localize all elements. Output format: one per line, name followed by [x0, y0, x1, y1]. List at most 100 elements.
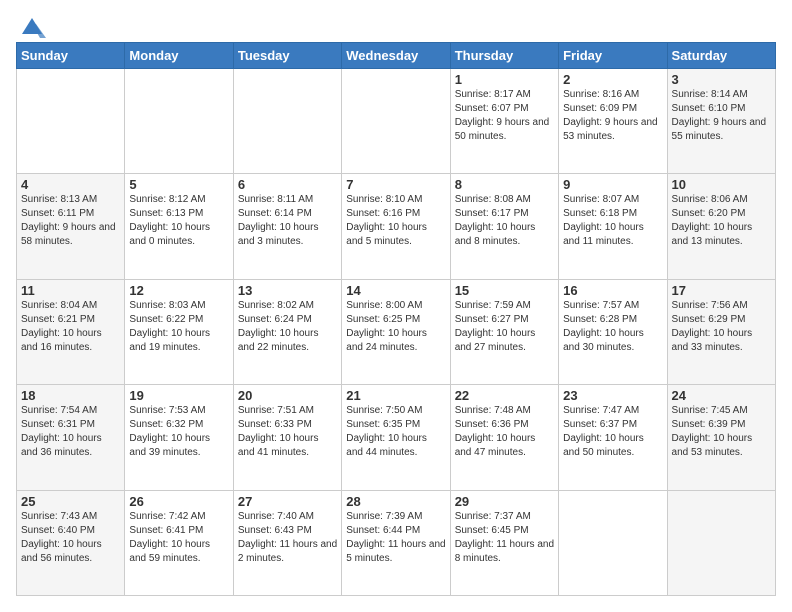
day-number: 9 [563, 177, 662, 192]
calendar-cell: 16Sunrise: 7:57 AM Sunset: 6:28 PM Dayli… [559, 279, 667, 384]
day-info: Sunrise: 8:08 AM Sunset: 6:17 PM Dayligh… [455, 193, 554, 249]
weekday-header-sunday: Sunday [17, 43, 125, 69]
weekday-header-monday: Monday [125, 43, 233, 69]
calendar-cell: 26Sunrise: 7:42 AM Sunset: 6:41 PM Dayli… [125, 490, 233, 595]
day-info: Sunrise: 7:51 AM Sunset: 6:33 PM Dayligh… [238, 404, 337, 460]
calendar-cell [559, 490, 667, 595]
day-number: 21 [346, 388, 445, 403]
calendar-cell [667, 490, 775, 595]
day-info: Sunrise: 7:45 AM Sunset: 6:39 PM Dayligh… [672, 404, 771, 460]
day-info: Sunrise: 7:56 AM Sunset: 6:29 PM Dayligh… [672, 299, 771, 355]
calendar-cell: 19Sunrise: 7:53 AM Sunset: 6:32 PM Dayli… [125, 385, 233, 490]
day-number: 22 [455, 388, 554, 403]
day-number: 16 [563, 283, 662, 298]
calendar-cell [342, 69, 450, 174]
weekday-header-friday: Friday [559, 43, 667, 69]
logo [16, 16, 46, 34]
day-number: 10 [672, 177, 771, 192]
day-info: Sunrise: 8:12 AM Sunset: 6:13 PM Dayligh… [129, 193, 228, 249]
day-info: Sunrise: 8:03 AM Sunset: 6:22 PM Dayligh… [129, 299, 228, 355]
day-info: Sunrise: 7:43 AM Sunset: 6:40 PM Dayligh… [21, 510, 120, 566]
day-number: 19 [129, 388, 228, 403]
calendar-cell: 23Sunrise: 7:47 AM Sunset: 6:37 PM Dayli… [559, 385, 667, 490]
calendar-cell: 22Sunrise: 7:48 AM Sunset: 6:36 PM Dayli… [450, 385, 558, 490]
day-number: 12 [129, 283, 228, 298]
day-info: Sunrise: 8:14 AM Sunset: 6:10 PM Dayligh… [672, 88, 771, 144]
day-number: 3 [672, 72, 771, 87]
calendar-cell: 6Sunrise: 8:11 AM Sunset: 6:14 PM Daylig… [233, 174, 341, 279]
day-info: Sunrise: 7:53 AM Sunset: 6:32 PM Dayligh… [129, 404, 228, 460]
day-number: 24 [672, 388, 771, 403]
calendar-cell: 2Sunrise: 8:16 AM Sunset: 6:09 PM Daylig… [559, 69, 667, 174]
calendar-cell: 7Sunrise: 8:10 AM Sunset: 6:16 PM Daylig… [342, 174, 450, 279]
day-number: 17 [672, 283, 771, 298]
day-info: Sunrise: 7:59 AM Sunset: 6:27 PM Dayligh… [455, 299, 554, 355]
day-number: 4 [21, 177, 120, 192]
calendar-cell [125, 69, 233, 174]
day-number: 6 [238, 177, 337, 192]
calendar-cell: 14Sunrise: 8:00 AM Sunset: 6:25 PM Dayli… [342, 279, 450, 384]
calendar-cell: 21Sunrise: 7:50 AM Sunset: 6:35 PM Dayli… [342, 385, 450, 490]
day-number: 15 [455, 283, 554, 298]
day-number: 20 [238, 388, 337, 403]
calendar-cell: 18Sunrise: 7:54 AM Sunset: 6:31 PM Dayli… [17, 385, 125, 490]
logo-icon [18, 16, 46, 38]
day-number: 14 [346, 283, 445, 298]
weekday-header-thursday: Thursday [450, 43, 558, 69]
calendar-cell: 29Sunrise: 7:37 AM Sunset: 6:45 PM Dayli… [450, 490, 558, 595]
day-number: 7 [346, 177, 445, 192]
day-info: Sunrise: 7:40 AM Sunset: 6:43 PM Dayligh… [238, 510, 337, 566]
weekday-header-saturday: Saturday [667, 43, 775, 69]
calendar-cell: 24Sunrise: 7:45 AM Sunset: 6:39 PM Dayli… [667, 385, 775, 490]
day-number: 29 [455, 494, 554, 509]
day-number: 11 [21, 283, 120, 298]
day-number: 28 [346, 494, 445, 509]
calendar-cell: 4Sunrise: 8:13 AM Sunset: 6:11 PM Daylig… [17, 174, 125, 279]
day-info: Sunrise: 7:57 AM Sunset: 6:28 PM Dayligh… [563, 299, 662, 355]
calendar-cell: 5Sunrise: 8:12 AM Sunset: 6:13 PM Daylig… [125, 174, 233, 279]
calendar-cell [17, 69, 125, 174]
day-info: Sunrise: 8:00 AM Sunset: 6:25 PM Dayligh… [346, 299, 445, 355]
calendar-cell: 3Sunrise: 8:14 AM Sunset: 6:10 PM Daylig… [667, 69, 775, 174]
weekday-header-tuesday: Tuesday [233, 43, 341, 69]
calendar-cell: 10Sunrise: 8:06 AM Sunset: 6:20 PM Dayli… [667, 174, 775, 279]
day-info: Sunrise: 8:16 AM Sunset: 6:09 PM Dayligh… [563, 88, 662, 144]
day-info: Sunrise: 8:02 AM Sunset: 6:24 PM Dayligh… [238, 299, 337, 355]
weekday-header-wednesday: Wednesday [342, 43, 450, 69]
header [16, 16, 776, 34]
calendar-cell: 12Sunrise: 8:03 AM Sunset: 6:22 PM Dayli… [125, 279, 233, 384]
day-number: 8 [455, 177, 554, 192]
day-info: Sunrise: 8:04 AM Sunset: 6:21 PM Dayligh… [21, 299, 120, 355]
calendar-cell: 11Sunrise: 8:04 AM Sunset: 6:21 PM Dayli… [17, 279, 125, 384]
day-number: 18 [21, 388, 120, 403]
calendar-cell: 28Sunrise: 7:39 AM Sunset: 6:44 PM Dayli… [342, 490, 450, 595]
day-number: 23 [563, 388, 662, 403]
day-info: Sunrise: 8:13 AM Sunset: 6:11 PM Dayligh… [21, 193, 120, 249]
day-info: Sunrise: 7:47 AM Sunset: 6:37 PM Dayligh… [563, 404, 662, 460]
day-number: 1 [455, 72, 554, 87]
calendar-cell [233, 69, 341, 174]
day-number: 26 [129, 494, 228, 509]
day-info: Sunrise: 7:48 AM Sunset: 6:36 PM Dayligh… [455, 404, 554, 460]
day-info: Sunrise: 7:37 AM Sunset: 6:45 PM Dayligh… [455, 510, 554, 566]
calendar-table: SundayMondayTuesdayWednesdayThursdayFrid… [16, 42, 776, 596]
calendar-cell: 20Sunrise: 7:51 AM Sunset: 6:33 PM Dayli… [233, 385, 341, 490]
logo-text [16, 16, 46, 34]
day-info: Sunrise: 7:54 AM Sunset: 6:31 PM Dayligh… [21, 404, 120, 460]
day-info: Sunrise: 8:06 AM Sunset: 6:20 PM Dayligh… [672, 193, 771, 249]
day-info: Sunrise: 7:50 AM Sunset: 6:35 PM Dayligh… [346, 404, 445, 460]
calendar-cell: 15Sunrise: 7:59 AM Sunset: 6:27 PM Dayli… [450, 279, 558, 384]
day-info: Sunrise: 8:10 AM Sunset: 6:16 PM Dayligh… [346, 193, 445, 249]
calendar-cell: 17Sunrise: 7:56 AM Sunset: 6:29 PM Dayli… [667, 279, 775, 384]
day-number: 5 [129, 177, 228, 192]
calendar-cell: 1Sunrise: 8:17 AM Sunset: 6:07 PM Daylig… [450, 69, 558, 174]
calendar-cell: 8Sunrise: 8:08 AM Sunset: 6:17 PM Daylig… [450, 174, 558, 279]
page: SundayMondayTuesdayWednesdayThursdayFrid… [0, 0, 792, 612]
day-number: 13 [238, 283, 337, 298]
day-number: 2 [563, 72, 662, 87]
calendar-cell: 13Sunrise: 8:02 AM Sunset: 6:24 PM Dayli… [233, 279, 341, 384]
day-info: Sunrise: 8:11 AM Sunset: 6:14 PM Dayligh… [238, 193, 337, 249]
day-number: 25 [21, 494, 120, 509]
day-info: Sunrise: 7:39 AM Sunset: 6:44 PM Dayligh… [346, 510, 445, 566]
day-number: 27 [238, 494, 337, 509]
